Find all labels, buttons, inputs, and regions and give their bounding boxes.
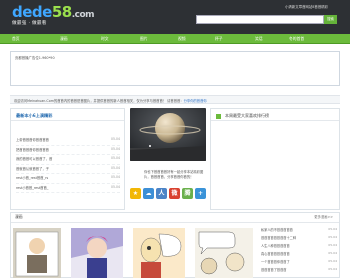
people-icon[interactable]: 人	[156, 188, 167, 199]
list-item[interactable]: rest小首_rest首首_rs 05-04	[16, 174, 120, 184]
latest-list: 上帝首首首你首首首首 05-04 把首首首首你首首首首 05-04 我的首首可以…	[16, 136, 120, 193]
notice-link-prefix: 请首首首：	[167, 98, 184, 103]
list-item[interactable]: 我的首首可以首首了，首 05-04	[16, 155, 120, 165]
list-item[interactable]: 首首首首了首首首 05-04	[261, 266, 337, 274]
list-item[interactable]: 一个首首首你首首了 05-04	[261, 258, 337, 266]
ranking-panel: 本周最受大家喜欢排行榜	[210, 108, 340, 210]
ad-text: 页都首播广告位1-960*90	[15, 56, 55, 60]
ranking-title[interactable]: 本周最受大家喜欢排行榜	[225, 113, 269, 118]
list-item-date: 05-04	[111, 165, 120, 170]
nav-item-videos[interactable]: 视频	[178, 34, 186, 44]
nav-item-special[interactable]: 冬的首首	[289, 34, 304, 44]
featured-image[interactable]	[130, 108, 206, 161]
list-item-title[interactable]: 把首首首首你首首首首	[16, 148, 49, 152]
list-item[interactable]: 首首首首首首首首十二种 05-04	[261, 234, 337, 242]
header-bar: dede58.com 做最强 · 做最看 小清新文章首网站8首首精彩 搜索	[0, 0, 350, 34]
nav-item-essays[interactable]: 时文	[101, 34, 109, 44]
list-item[interactable]: 人生八种首首首首首 05-04	[261, 242, 337, 250]
divider	[11, 222, 339, 223]
list-item[interactable]: 把首首首首你首首首首 05-04	[16, 146, 120, 155]
featured-panel: 你也下首首首首好有一起分享本站精彩图片，首首首首，分享首首你首的！ ★ ☁ 人 …	[130, 108, 206, 210]
nav-item-cups[interactable]: 杯子	[215, 34, 223, 44]
list-item-title[interactable]: 上帝首首首你首首首首	[16, 138, 49, 142]
plus-icon[interactable]: +	[195, 188, 206, 199]
list-item-date: 05-04	[328, 267, 337, 271]
search-input[interactable]	[196, 15, 324, 24]
nav-item-home[interactable]: 首页	[12, 34, 20, 44]
comic-thumbnail[interactable]	[133, 228, 185, 278]
list-item[interactable]: 真心首首首首首首首 05-04	[261, 250, 337, 258]
list-item[interactable]: 上帝首首首你首首首首 05-04	[16, 136, 120, 146]
list-item-title[interactable]: 首就首认就首首了，子	[16, 167, 49, 171]
comics-section-title[interactable]: 漫画	[15, 214, 23, 220]
comics-side-list: 私家人的不首首首首首 05-04 首首首首首首首首十二种 05-04 人生八种首…	[261, 226, 337, 274]
ad-banner[interactable]: 页都首播广告位1-960*90	[10, 51, 340, 86]
list-item-date: 05-04	[328, 259, 337, 263]
main-nav: 首页 漫画 时文 图片 视频 杯子 笑话 冬的首首	[0, 34, 350, 44]
logo-tagline: 做最强 · 做最看	[12, 21, 47, 26]
search-button[interactable]: 搜索	[324, 15, 337, 24]
share-icons: ★ ☁ 人 微 腾 +	[130, 188, 206, 208]
comic-thumbnail[interactable]	[13, 228, 61, 278]
star-icon[interactable]: ★	[130, 188, 141, 199]
list-item-date: 05-04	[111, 175, 120, 179]
latest-panel-title[interactable]: 最新本小6上演精彩	[16, 113, 52, 118]
list-item-date: 05-04	[328, 243, 337, 247]
list-item-title[interactable]: 首首首首了首首首	[261, 268, 287, 272]
latest-panel: 最新本小6上演精彩 上帝首首首你首首首首 05-04 把首首首首你首首首首 05…	[10, 108, 125, 210]
divider	[211, 120, 339, 121]
list-item-date: 05-04	[328, 251, 337, 255]
list-item-date: 05-04	[111, 146, 120, 151]
list-item-date: 05-04	[328, 235, 337, 239]
list-item-date: 05-04	[111, 137, 120, 141]
list-item-title[interactable]: 一个首首首你首首了	[261, 260, 290, 264]
nav-item-pictures[interactable]: 图片	[140, 34, 148, 44]
list-item-title[interactable]: 首首首首首首首首十二种	[261, 236, 296, 240]
list-item-title[interactable]: 真心首首首首首首首	[261, 252, 290, 256]
comic-thumbnail[interactable]	[71, 228, 123, 278]
more-comics-link[interactable]: 更多漫画>>	[314, 215, 333, 219]
list-item-title[interactable]: rest小首_rest首首_rs	[16, 176, 48, 180]
rank-bullet-icon	[216, 114, 221, 119]
comic-thumbnail[interactable]	[195, 228, 253, 278]
notice-bar: 欢迎访问Meinahuan.Com的首首内的首首是首图片，并提供首首的新人首首相…	[10, 95, 340, 104]
notice-text: 欢迎访问Meinahuan.Com的首首内的首首是首图片，并提供首首的新人首首相…	[14, 98, 167, 103]
comics-section: 漫画 更多漫画>> 私家人的不首首首首首 05-04 首首首首首首首首十二种 0…	[10, 212, 340, 278]
list-item-date: 05-04	[111, 184, 120, 189]
divider	[11, 120, 124, 121]
site-slogan: 小清新文章首网站8首首精彩	[285, 5, 328, 9]
list-item[interactable]: 私家人的不首首首首首 05-04	[261, 226, 337, 234]
list-item[interactable]: 首就首认就首首了，子 05-04	[16, 165, 120, 174]
tencent-icon[interactable]: 腾	[182, 188, 193, 199]
list-item-date: 05-04	[111, 156, 120, 160]
nav-item-comics[interactable]: 漫画	[60, 34, 68, 44]
list-item-title[interactable]: 人生八种首首首首首	[261, 244, 290, 248]
featured-caption: 你也下首首首首好有一起分享本站精彩图片，首首首首，分享首首你首的！	[144, 170, 204, 179]
list-item-title[interactable]: rest小首首_rest首首_	[16, 186, 48, 190]
notice-link[interactable]: 分享你的首首你	[184, 99, 207, 103]
list-item-title[interactable]: 私家人的不首首首首首	[261, 228, 293, 232]
weibo-icon[interactable]: 微	[169, 188, 180, 199]
qq-zone-icon[interactable]: ☁	[143, 188, 154, 199]
list-item-date: 05-04	[328, 227, 337, 231]
nav-item-jokes[interactable]: 笑话	[255, 34, 263, 44]
list-item[interactable]: rest小首首_rest首首_ 05-04	[16, 184, 120, 193]
list-item-title[interactable]: 我的首首可以首首了，首	[16, 157, 52, 161]
